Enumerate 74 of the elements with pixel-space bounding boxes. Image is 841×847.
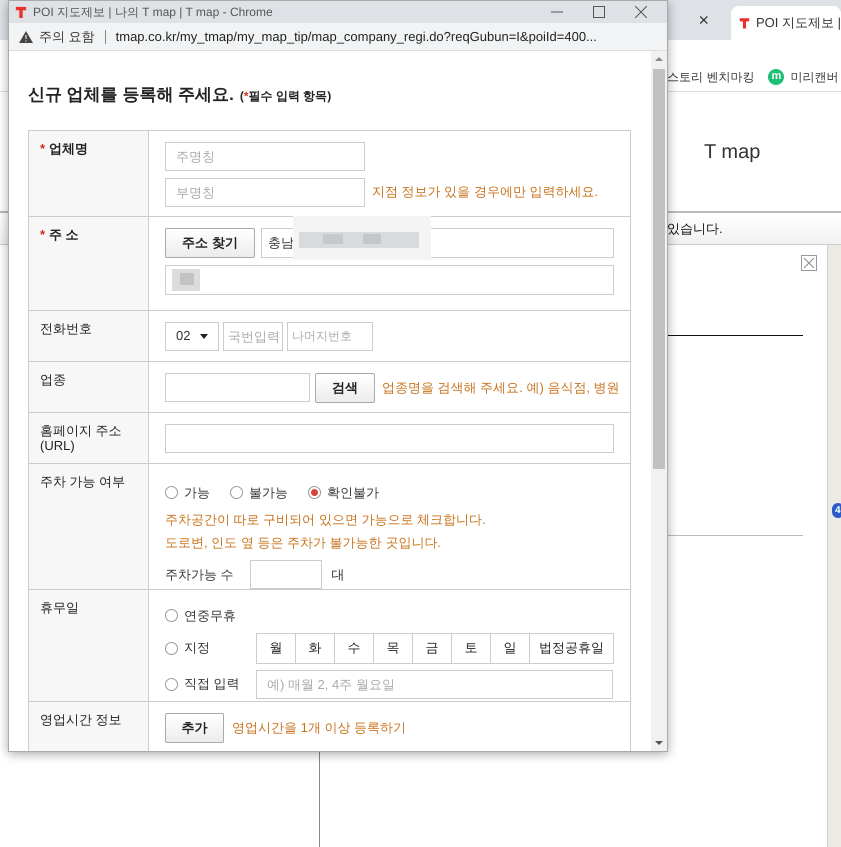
radio-label: 불가능 xyxy=(249,484,288,502)
window-title: POI 지도제보 | 나의 T map | T map - Chrome xyxy=(33,4,274,21)
tab-close-button[interactable]: × xyxy=(698,6,709,34)
row-label: * 주 소 xyxy=(40,226,80,242)
area-code-select[interactable]: 02 xyxy=(165,322,219,350)
row-label: 영업시간 정보 xyxy=(40,712,123,726)
input-field[interactable]: 국번입력 xyxy=(223,322,283,350)
radio-button[interactable] xyxy=(165,609,178,622)
road-number-badge: 4 xyxy=(832,503,841,518)
close-icon[interactable] xyxy=(635,6,647,18)
map[interactable]: 4 xyxy=(828,245,841,847)
tab-title: POI 지도제보 | xyxy=(756,14,841,32)
warning-icon xyxy=(19,30,33,42)
radio-label: 직접 입력 xyxy=(184,675,240,694)
address-bar[interactable]: tmap.co.kr/my_tmap/my_map_tip/map_company_regi.do?reqGubun=I&poiId=400... xyxy=(116,26,597,46)
input-field[interactable]: 나머지번호 xyxy=(287,322,373,350)
radio-label: 가능 xyxy=(184,484,210,502)
input-field[interactable] xyxy=(165,424,614,452)
unit-label: 대 xyxy=(332,566,345,584)
input-field[interactable] xyxy=(165,264,614,294)
hint-text: 업종명을 검색해 주세요. 예) 음식점, 병원 xyxy=(382,380,620,394)
logo-icon xyxy=(15,5,27,19)
day-button[interactable]: 화 xyxy=(296,634,335,664)
redaction-blur xyxy=(172,268,200,290)
bookmark[interactable]: 스토리 벤치마킹 xyxy=(667,68,754,86)
radio-button[interactable] xyxy=(230,486,243,499)
radio-button[interactable] xyxy=(165,642,178,654)
add-button[interactable]: 추가 xyxy=(165,712,224,742)
required-note: (*필수 입력 항목) xyxy=(240,88,332,105)
radio-label: 연중무휴 xyxy=(184,606,236,625)
row-label: 홈페이지 주소 (URL) xyxy=(40,422,123,452)
day-button[interactable]: 월 xyxy=(257,634,296,664)
address-search-button[interactable]: 주소 찾기 xyxy=(165,228,255,258)
input-field[interactable] xyxy=(165,373,310,402)
day-button[interactable]: 목 xyxy=(374,634,413,664)
row-label: 휴무일 xyxy=(40,600,80,614)
maximize-icon[interactable] xyxy=(593,6,605,18)
scroll-down-icon[interactable] xyxy=(655,739,663,747)
radio-button[interactable] xyxy=(165,486,178,499)
row-label: 전화번호 xyxy=(40,320,93,336)
day-button[interactable]: 금 xyxy=(413,634,452,664)
hint-text: 주차공간이 따로 구비되어 있으면 가능으로 체크합니다. xyxy=(165,511,487,529)
day-button[interactable]: 토 xyxy=(452,634,491,664)
form-heading: 신규 업체를 등록해 주세요. xyxy=(28,84,234,106)
radio-button[interactable] xyxy=(165,678,178,690)
scroll-up-icon[interactable] xyxy=(655,55,663,63)
input-field[interactable]: 예) 매월 2, 4주 월요일 xyxy=(256,670,613,698)
notice-text: 있습니다. xyxy=(667,220,723,238)
radio-button[interactable] xyxy=(308,486,321,499)
row-label: 업종 xyxy=(40,372,67,386)
bookmark[interactable]: m 미리캔버 xyxy=(768,68,838,86)
hint-text: 영업시간을 1개 이상 등록하기 xyxy=(232,718,406,737)
site-title: T map xyxy=(704,140,760,164)
hint-text: 도로변, 인도 옆 등은 주차가 불가능한 곳입니다. xyxy=(165,534,442,552)
input-field[interactable]: 부명칭 xyxy=(165,178,365,206)
field-value: 충남 xyxy=(268,234,294,252)
radio-label: 지정 xyxy=(184,639,210,658)
count-label: 주차가능 수 xyxy=(165,566,234,584)
browser-tab[interactable]: POI 지도제보 | xyxy=(731,6,841,40)
radio-label: 확인불가 xyxy=(327,484,379,502)
hint-text: 지점 정보가 있을 경우에만 입력하세요. xyxy=(372,183,598,202)
row-label: 주차 가능 여부 xyxy=(40,474,126,488)
scrollbar[interactable] xyxy=(651,51,667,751)
input-field[interactable]: 주명칭 xyxy=(165,142,365,170)
input-field[interactable] xyxy=(250,560,322,589)
day-button[interactable]: 일 xyxy=(491,634,530,664)
bookmark-icon: m xyxy=(768,68,784,84)
day-button[interactable]: 법정공휴일 xyxy=(530,634,614,664)
close-icon[interactable] xyxy=(801,255,817,271)
row-label: * 업체명 xyxy=(40,140,90,156)
dropdown-caret-icon xyxy=(200,334,208,338)
search-button[interactable]: 검색 xyxy=(315,372,375,402)
security-status[interactable]: 주의 요함 xyxy=(39,26,95,46)
day-button[interactable]: 수 xyxy=(335,634,374,664)
